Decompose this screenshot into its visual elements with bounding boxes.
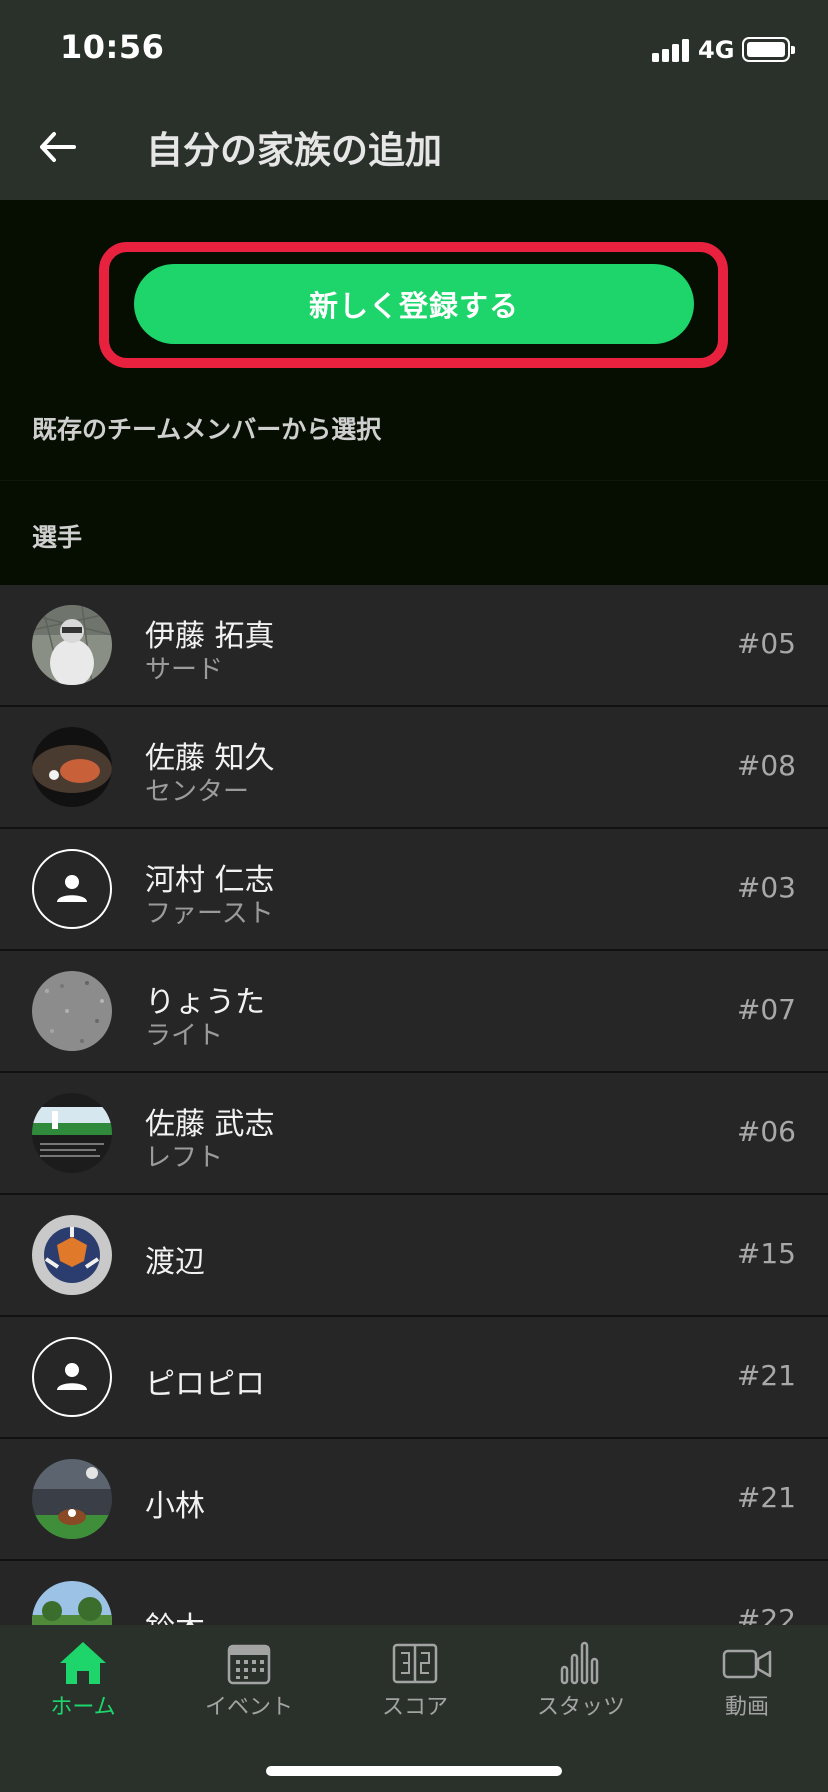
tab-video[interactable]: 動画 — [664, 1639, 828, 1721]
member-row[interactable]: りょうた ライト #07 — [0, 951, 828, 1073]
section-header-players: 選手 — [32, 523, 83, 552]
default-avatar-icon — [32, 849, 112, 929]
member-name: 鈴木 — [145, 1603, 205, 1625]
avatar-photo — [32, 727, 112, 807]
member-position: センター — [145, 777, 250, 807]
battery-icon — [742, 37, 795, 62]
scoreboard-icon — [392, 1643, 438, 1684]
member-row[interactable]: 佐藤 知久 センター #08 — [0, 707, 828, 829]
member-name: ピロピロ — [145, 1367, 265, 1402]
avatar-photo — [32, 1581, 112, 1625]
member-name: 小林 — [145, 1489, 205, 1524]
member-number: #03 — [736, 871, 796, 904]
member-number: #21 — [736, 1481, 796, 1514]
tab-event[interactable]: イベント — [166, 1639, 332, 1721]
cellular-signal-icon — [652, 38, 692, 62]
member-row[interactable]: 渡辺 #15 — [0, 1195, 828, 1317]
member-number: #08 — [736, 749, 796, 782]
select-existing-label: 既存のチームメンバーから選択 — [32, 415, 382, 444]
tab-stats[interactable]: スタッツ — [498, 1639, 664, 1721]
member-row[interactable]: 佐藤 武志 レフト #06 — [0, 1073, 828, 1195]
status-bar: 10:56 4G — [0, 0, 828, 94]
nav-bar: 自分の家族の追加 — [0, 94, 828, 200]
avatar-photo — [32, 1215, 112, 1295]
member-row[interactable]: ピロピロ #21 — [0, 1317, 828, 1439]
member-position: ファースト — [145, 899, 274, 929]
member-list[interactable]: 伊藤 拓真 サード #05 佐藤 知久 センター #08 河村 仁志 ファースト… — [0, 585, 828, 1625]
network-type: 4G — [698, 36, 735, 64]
avatar-photo — [32, 1459, 112, 1539]
page-title: 自分の家族の追加 — [146, 129, 442, 172]
member-number: #22 — [736, 1603, 796, 1625]
member-row[interactable]: 伊藤 拓真 サード #05 — [0, 585, 828, 707]
tab-label: スコア — [381, 1695, 448, 1720]
member-position: レフト — [145, 1143, 224, 1173]
member-row[interactable]: 鈴木 #22 — [0, 1561, 828, 1625]
member-row[interactable]: 河村 仁志 ファースト #03 — [0, 829, 828, 951]
stats-icon — [560, 1641, 599, 1685]
member-number: #07 — [736, 993, 796, 1026]
register-section: 新しく登録する 既存のチームメンバーから選択 選手 — [0, 200, 828, 580]
home-icon — [60, 1642, 106, 1684]
tab-label: 動画 — [724, 1695, 769, 1720]
avatar-photo — [32, 605, 112, 685]
member-number: #06 — [736, 1115, 796, 1148]
member-number: #05 — [736, 627, 796, 660]
tab-bar: ホーム イベント スコア スタッツ 動画 — [0, 1625, 828, 1792]
tab-label: ホーム — [50, 1695, 116, 1720]
member-position: ライト — [145, 1021, 224, 1051]
member-position: サード — [145, 655, 224, 685]
tab-home[interactable]: ホーム — [0, 1639, 166, 1721]
back-arrow-icon[interactable] — [34, 122, 84, 172]
calendar-icon — [227, 1644, 271, 1685]
tab-label: イベント — [204, 1695, 293, 1720]
divider — [0, 480, 828, 481]
default-avatar-icon — [32, 1337, 112, 1417]
tab-label: スタッツ — [536, 1695, 625, 1720]
avatar-photo — [32, 1093, 112, 1173]
member-number: #15 — [736, 1237, 796, 1270]
member-name: 渡辺 — [145, 1245, 205, 1280]
video-icon — [722, 1649, 772, 1679]
tab-score[interactable]: スコア — [332, 1639, 498, 1721]
avatar-photo — [32, 971, 112, 1051]
member-row[interactable]: 小林 #21 — [0, 1439, 828, 1561]
home-indicator — [266, 1766, 562, 1776]
status-time: 10:56 — [60, 28, 165, 66]
member-number: #21 — [736, 1359, 796, 1392]
register-new-button[interactable]: 新しく登録する — [134, 264, 694, 344]
